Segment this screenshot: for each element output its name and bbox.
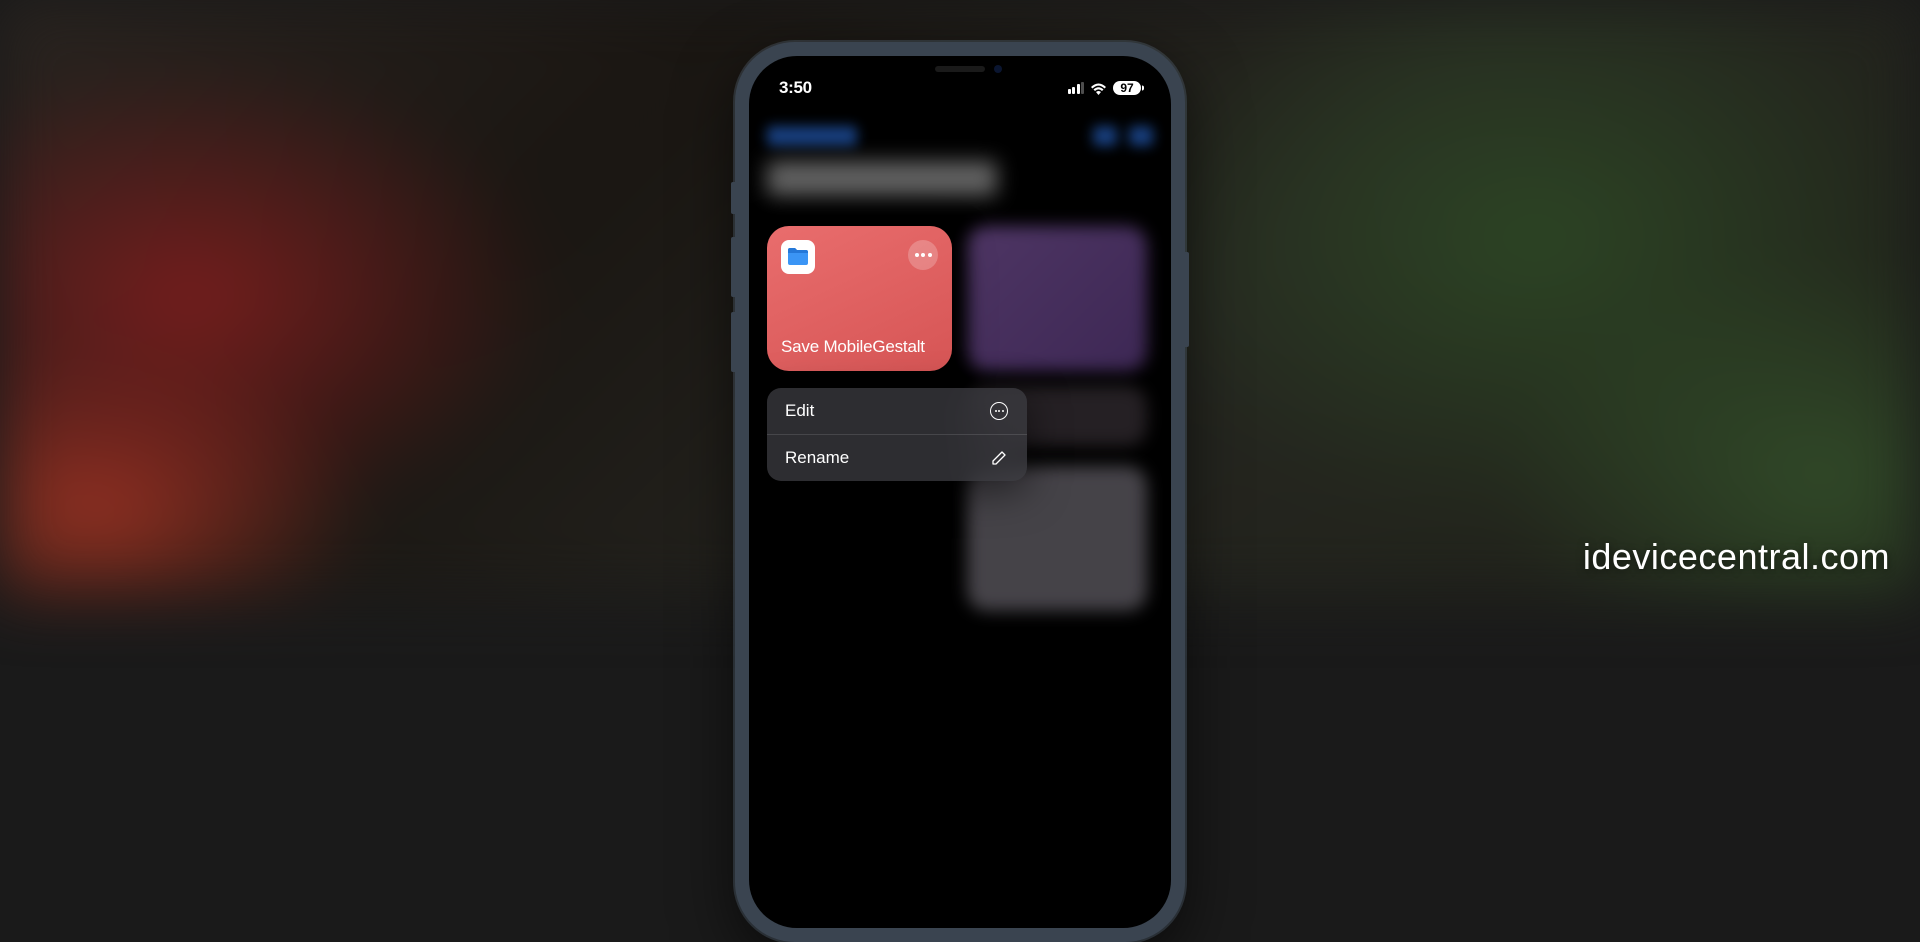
phone-mute-switch	[731, 182, 735, 214]
status-indicators: 97	[1068, 81, 1142, 95]
phone-volume-down	[731, 312, 735, 372]
folder-icon	[786, 247, 810, 267]
menu-item-rename[interactable]: Rename	[767, 435, 1027, 481]
phone-notch	[880, 56, 1040, 90]
blurred-nav-bar	[767, 126, 1153, 146]
shortcuts-grid: Save MobileGestalt Edit Ren	[767, 226, 1153, 626]
wifi-icon	[1090, 82, 1107, 95]
blurred-page-title	[767, 161, 997, 196]
menu-item-label: Edit	[785, 401, 814, 421]
blurred-shortcut-tile	[967, 466, 1147, 611]
battery-indicator: 97	[1113, 81, 1141, 95]
more-circle-icon	[989, 401, 1009, 421]
watermark-text: idevicecentral.com	[1583, 536, 1890, 578]
shortcut-title: Save MobileGestalt	[781, 337, 938, 357]
cellular-signal-icon	[1068, 82, 1085, 94]
phone-power-button	[1185, 252, 1189, 347]
menu-item-edit[interactable]: Edit	[767, 388, 1027, 435]
save-mobilegestalt-shortcut-tile[interactable]: Save MobileGestalt	[767, 226, 952, 371]
phone-screen: 3:50 97	[749, 56, 1171, 928]
blurred-shortcut-tile	[967, 226, 1147, 371]
tile-header	[781, 240, 938, 274]
screen-content: Save MobileGestalt Edit Ren	[749, 106, 1171, 928]
phone-mockup: 3:50 97	[735, 42, 1185, 942]
tile-more-button[interactable]	[908, 240, 938, 270]
menu-item-label: Rename	[785, 448, 849, 468]
phone-frame: 3:50 97	[735, 42, 1185, 942]
status-time: 3:50	[779, 78, 812, 98]
phone-volume-up	[731, 237, 735, 297]
files-app-icon	[781, 240, 815, 274]
pencil-icon	[989, 448, 1009, 468]
shortcut-context-menu: Edit Rename	[767, 388, 1027, 481]
